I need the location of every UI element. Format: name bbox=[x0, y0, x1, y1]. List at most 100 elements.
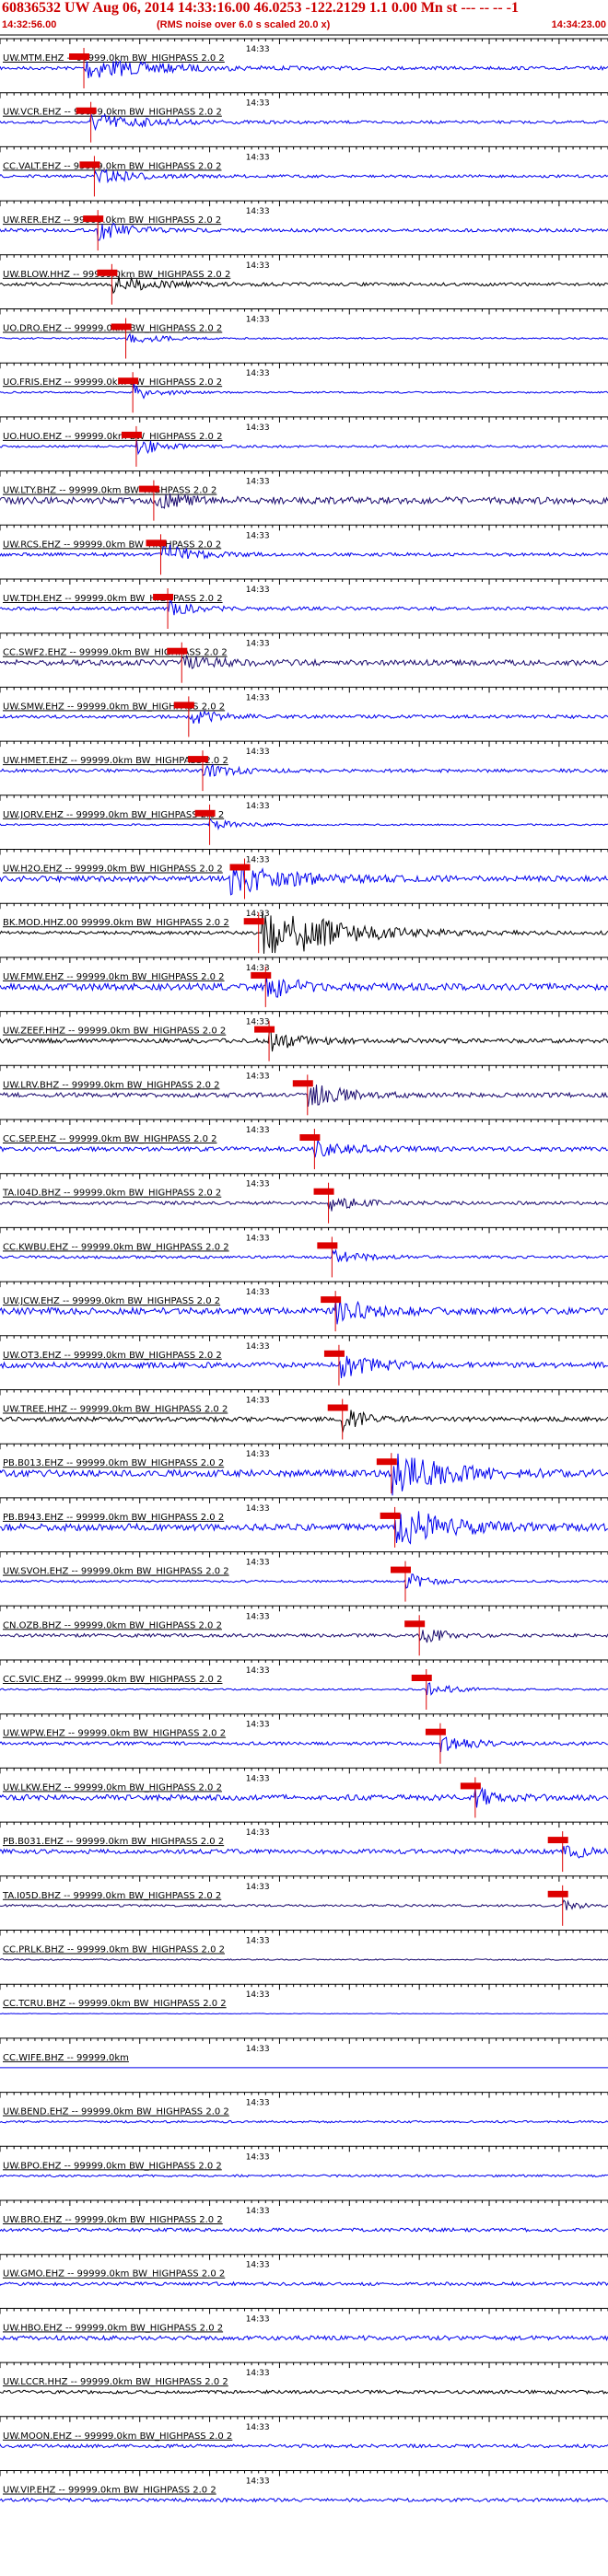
trace-label: CC.SWF2.EHZ -- 99999.0km BW_HIGHPASS 2.0… bbox=[3, 648, 228, 658]
trace-label: TA.I04D.BHZ -- 99999.0km BW_HIGHPASS 2.0… bbox=[2, 1189, 221, 1199]
waveform-trace bbox=[0, 1630, 608, 1643]
waveform-trace bbox=[0, 763, 608, 777]
waveform-trace bbox=[0, 2280, 608, 2287]
trace-label: CC.WIFE.BHZ -- 99999.0km bbox=[3, 2053, 129, 2063]
p-pick-flag bbox=[254, 1026, 275, 1033]
trace-label: PB.B943.EHZ -- 99999.0km BW_HIGHPASS 2.0… bbox=[3, 1513, 224, 1523]
p-pick-flag bbox=[243, 918, 264, 925]
p-pick-flag bbox=[153, 594, 174, 600]
p-pick-flag bbox=[111, 323, 132, 331]
trace-label: CC.PRLK.BHZ -- 99999.0km BW_HIGHPASS 2.0… bbox=[3, 1945, 225, 1955]
trace-label: UW.JORV.EHZ -- 99999.0km BW_HIGHPASS 2.0… bbox=[3, 810, 224, 820]
waveform-trace bbox=[0, 2389, 608, 2395]
time-tick-label: 14:33 bbox=[246, 856, 270, 865]
time-tick-label: 14:33 bbox=[246, 2207, 270, 2216]
time-tick-label: 14:33 bbox=[246, 2099, 270, 2108]
trace-label: UW.BEND.EHZ -- 99999.0km BW_HIGHPASS 2.0… bbox=[3, 2107, 229, 2118]
time-tick-label: 14:33 bbox=[246, 2423, 270, 2432]
p-pick-flag bbox=[194, 809, 216, 817]
time-tick-label: 14:33 bbox=[246, 1504, 270, 1514]
trace-label: CC.SVIC.EHZ -- 99999.0km BW_HIGHPASS 2.0… bbox=[3, 1675, 222, 1685]
time-tick-label: 14:33 bbox=[246, 153, 270, 162]
p-pick-flag bbox=[376, 1458, 397, 1466]
time-tick-label: 14:33 bbox=[246, 802, 270, 811]
p-pick-flag bbox=[79, 161, 100, 168]
trace-label: UO.FRIS.EHZ -- 99999.0km BW_HIGHPASS 2.0… bbox=[3, 377, 222, 388]
time-tick-label: 14:33 bbox=[246, 1612, 270, 1621]
time-tick-label: 14:33 bbox=[246, 424, 270, 433]
seismogram-plot: 14:33UW.MTM.EHZ -- 99999.0km BW_HIGHPASS… bbox=[0, 34, 608, 2503]
p-pick-flag bbox=[118, 377, 139, 385]
time-tick-label: 14:33 bbox=[246, 1180, 270, 1189]
time-tick-label: 14:33 bbox=[246, 1397, 270, 1406]
p-pick-flag bbox=[380, 1512, 401, 1519]
p-pick-flag bbox=[321, 1296, 342, 1304]
waveform-trace bbox=[0, 2497, 608, 2503]
trace-label: UW.GMO.EHZ -- 99999.0km BW_HIGHPASS 2.0 … bbox=[3, 2269, 225, 2280]
waveform-trace bbox=[0, 2174, 608, 2178]
trace-label: UW.SVOH.EHZ -- 99999.0km BW_HIGHPASS 2.0… bbox=[3, 1567, 229, 1577]
trace-label: UW.TREE.HHZ -- 99999.0km BW_HIGHPASS 2.0… bbox=[3, 1405, 228, 1415]
trace-label: PB.B013.EHZ -- 99999.0km BW_HIGHPASS 2.0… bbox=[3, 1458, 224, 1468]
time-tick-label: 14:33 bbox=[246, 1342, 270, 1352]
header: 60836532 UW Aug 06, 2014 14:33:16.00 46.… bbox=[0, 0, 608, 35]
waveform-trace bbox=[0, 709, 608, 724]
waveform-trace bbox=[0, 2334, 608, 2342]
time-tick-label: 14:33 bbox=[246, 2261, 270, 2270]
trace-label: CC.VALT.EHZ -- 99999.0km BW_HIGHPASS 2.0… bbox=[3, 161, 222, 171]
time-tick-label: 14:33 bbox=[246, 1234, 270, 1243]
trace-label: CN.OZB.BHZ -- 99999.0km BW_HIGHPASS 2.0 … bbox=[3, 1620, 222, 1630]
p-pick-flag bbox=[229, 864, 251, 871]
trace-label: CC.KWBU.EHZ -- 99999.0km BW_HIGHPASS 2.0… bbox=[3, 1242, 229, 1252]
waveform-trace bbox=[0, 168, 608, 184]
time-tick-label: 14:33 bbox=[246, 45, 270, 54]
p-pick-flag bbox=[292, 1080, 313, 1087]
trace-label: UW.VCR.EHZ -- 99999.0km BW_HIGHPASS 2.0 … bbox=[3, 108, 222, 118]
time-tick-label: 14:33 bbox=[246, 1666, 270, 1676]
trace-label: UW.LKW.EHZ -- 99999.0km BW_HIGHPASS 2.0 … bbox=[3, 1782, 222, 1793]
time-tick-label: 14:33 bbox=[246, 2369, 270, 2378]
time-tick-label: 14:33 bbox=[246, 910, 270, 919]
trace-label: TA.I05D.BHZ -- 99999.0km BW_HIGHPASS 2.0… bbox=[2, 1891, 221, 1901]
p-pick-flag bbox=[97, 269, 118, 276]
time-tick-label: 14:33 bbox=[246, 748, 270, 757]
p-pick-flag bbox=[391, 1566, 411, 1573]
p-pick-flag bbox=[188, 756, 208, 763]
time-tick-label: 14:33 bbox=[246, 693, 270, 702]
time-tick-label: 14:33 bbox=[246, 2315, 270, 2324]
trace-label: UO.HUO.EHZ -- 99999.0km BW_HIGHPASS 2.0 … bbox=[3, 432, 222, 442]
trace-label: UW.RER.EHZ -- 99999.0km BW_HIGHPASS 2.0 … bbox=[3, 215, 221, 226]
p-pick-flag bbox=[460, 1782, 481, 1790]
trace-label: UW.TDH.EHZ -- 99999.0km BW_HIGHPASS 2.0 … bbox=[3, 594, 223, 604]
trace-label: UW.JCW.EHZ -- 99999.0km BW_HIGHPASS 2.0 … bbox=[3, 1296, 220, 1306]
start-time: 14:32:56.00 bbox=[2, 19, 57, 30]
p-pick-flag bbox=[167, 647, 188, 655]
waveform-trace bbox=[0, 818, 608, 830]
trace-label: PB.B031.EHZ -- 99999.0km BW_HIGHPASS 2.0… bbox=[3, 1837, 224, 1847]
p-pick-flag bbox=[317, 1242, 338, 1249]
p-pick-flag bbox=[323, 1350, 345, 1357]
p-pick-flag bbox=[173, 702, 194, 709]
time-tick-label: 14:33 bbox=[246, 207, 270, 216]
p-pick-flag bbox=[547, 1837, 568, 1844]
time-tick-label: 14:33 bbox=[246, 99, 270, 109]
waveform-trace bbox=[0, 1845, 608, 1859]
time-tick-label: 14:33 bbox=[246, 1774, 270, 1783]
time-tick-label: 14:33 bbox=[246, 531, 270, 540]
time-tick-label: 14:33 bbox=[246, 586, 270, 595]
time-tick-label: 14:33 bbox=[246, 1559, 270, 1568]
p-pick-flag bbox=[313, 1188, 334, 1195]
p-pick-flag bbox=[121, 431, 142, 438]
waveform-trace bbox=[0, 2119, 608, 2124]
p-pick-flag bbox=[69, 53, 90, 60]
waveform-trace bbox=[0, 1899, 608, 1910]
trace-label: UW.HBO.EHZ -- 99999.0km BW_HIGHPASS 2.0 … bbox=[3, 2323, 223, 2333]
time-tick-label: 14:33 bbox=[246, 1072, 270, 1081]
trace-label: UW.LRV.BHZ -- 99999.0km BW_HIGHPASS 2.0 … bbox=[3, 1080, 220, 1090]
trace-label: UW.BPO.EHZ -- 99999.0km BW_HIGHPASS 2.0 … bbox=[3, 2161, 222, 2171]
waveform-trace bbox=[0, 2227, 608, 2233]
trace-label: UW.WPW.EHZ -- 99999.0km BW_HIGHPASS 2.0 … bbox=[3, 1729, 226, 1739]
waveform-trace bbox=[0, 332, 608, 343]
p-pick-flag bbox=[411, 1675, 432, 1681]
time-tick-label: 14:33 bbox=[246, 261, 270, 271]
